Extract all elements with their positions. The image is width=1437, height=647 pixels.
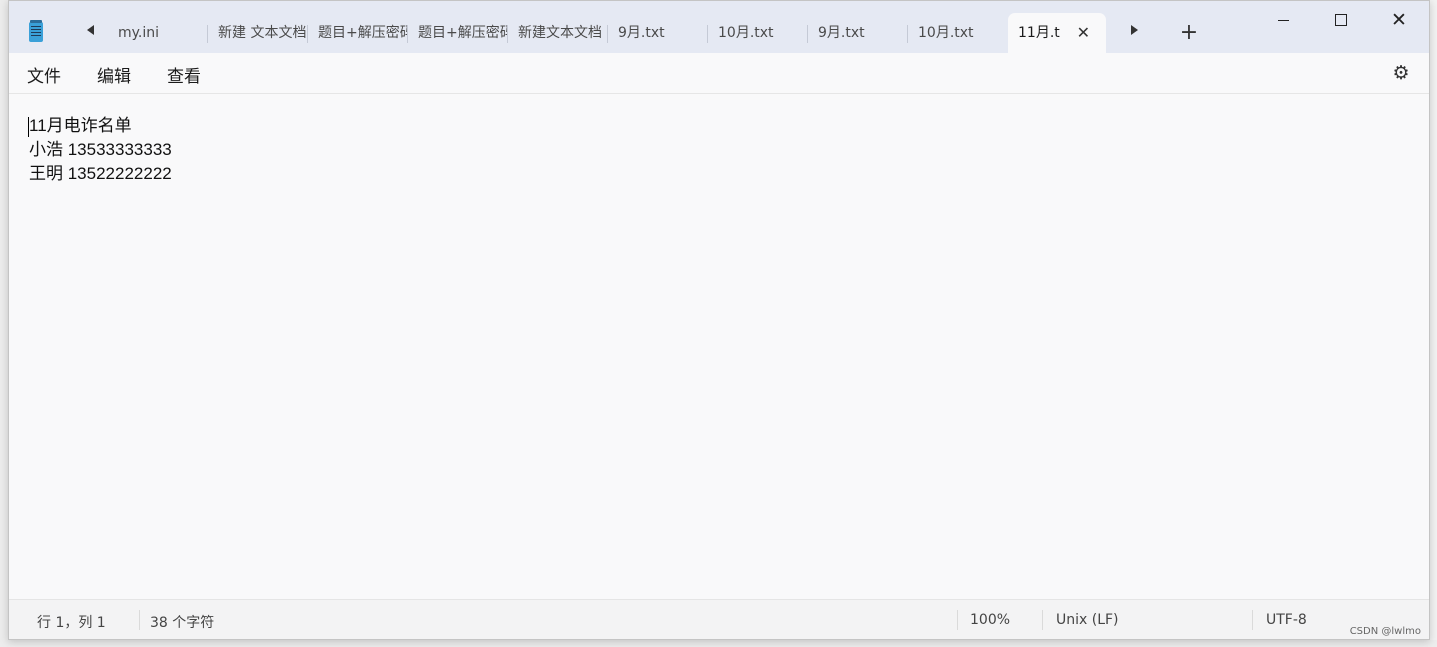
cursor-position: 行 1，列 1 — [37, 615, 106, 631]
tab-label: 题目+解压密码 — [418, 25, 508, 41]
zoom-level[interactable]: 100% — [970, 612, 1010, 628]
notepad-window: my.ini 新建 文本文档 题目+解压密码 题目+解压密码 新建文本文档 9月… — [8, 0, 1430, 640]
tab-question-password-2[interactable]: 题目+解压密码 — [408, 13, 508, 53]
status-divider — [1042, 610, 1043, 630]
notepad-app-icon — [29, 20, 43, 42]
menu-bar: 文件 编辑 查看 ⚙ — [9, 53, 1429, 94]
tab-new-text-doc[interactable]: 新建 文本文档 — [208, 13, 308, 53]
status-divider — [1252, 610, 1253, 630]
tab-label: 9月.txt — [618, 25, 665, 41]
tab-nov-txt-active[interactable]: 11月.t ✕ — [1008, 13, 1106, 53]
minimize-icon — [1277, 19, 1289, 21]
scroll-tabs-left-icon[interactable] — [87, 25, 94, 35]
background-desktop-bottom — [0, 640, 1437, 647]
title-bar[interactable]: my.ini 新建 文本文档 题目+解压密码 题目+解压密码 新建文本文档 9月… — [9, 1, 1429, 53]
editor-line: 11月电诈名单 — [29, 116, 132, 135]
menu-view[interactable]: 查看 — [167, 62, 201, 87]
tab-label: 新建 文本文档 — [218, 25, 307, 41]
close-icon: ✕ — [1391, 9, 1407, 31]
encoding[interactable]: UTF-8 — [1266, 612, 1307, 628]
status-bar: 行 1，列 1 38 个字符 100% Unix (LF) UTF-8 CSDN… — [9, 599, 1429, 639]
tab-label: 新建文本文档 — [518, 25, 602, 41]
gear-icon[interactable]: ⚙ — [1391, 63, 1411, 83]
tab-label: 9月.txt — [818, 25, 865, 41]
line-ending[interactable]: Unix (LF) — [1056, 612, 1119, 628]
tab-label: 10月.txt — [718, 25, 774, 41]
minimize-button[interactable] — [1255, 1, 1311, 39]
maximize-icon — [1335, 14, 1347, 26]
close-window-button[interactable]: ✕ — [1371, 1, 1427, 39]
tab-my-ini[interactable]: my.ini — [108, 13, 208, 53]
tab-sep-txt[interactable]: 9月.txt — [608, 13, 708, 53]
editor-line: 小浩 13533333333 — [29, 140, 172, 159]
text-editor[interactable]: 11月电诈名单小浩 13533333333 王明 13522222222 — [9, 94, 1429, 599]
character-count: 38 个字符 — [150, 615, 215, 631]
tab-new-text-doc-2[interactable]: 新建文本文档 — [508, 13, 608, 53]
tab-question-password-1[interactable]: 题目+解压密码 — [308, 13, 408, 53]
editor-line: 王明 13522222222 — [29, 164, 172, 183]
background-window-edge-right — [1430, 0, 1437, 647]
tab-label: my.ini — [118, 25, 160, 41]
close-tab-icon[interactable]: ✕ — [1077, 13, 1090, 53]
status-divider — [139, 610, 140, 630]
watermark: CSDN @lwlmo — [1349, 626, 1421, 637]
maximize-button[interactable] — [1313, 1, 1369, 39]
menu-edit[interactable]: 编辑 — [97, 62, 131, 87]
tab-oct-txt-2[interactable]: 10月.txt — [908, 13, 1008, 53]
tab-label: 11月.t — [1018, 25, 1060, 41]
new-tab-button[interactable]: + — [1177, 19, 1201, 47]
tab-oct-txt[interactable]: 10月.txt — [708, 13, 808, 53]
tab-label: 10月.txt — [918, 25, 974, 41]
tab-label: 题目+解压密码 — [318, 25, 408, 41]
scroll-tabs-right-icon[interactable] — [1131, 25, 1138, 35]
menu-file[interactable]: 文件 — [27, 62, 61, 87]
status-divider — [957, 610, 958, 630]
tab-sep-txt-2[interactable]: 9月.txt — [808, 13, 908, 53]
editor-content[interactable]: 11月电诈名单小浩 13533333333 王明 13522222222 — [29, 114, 172, 186]
